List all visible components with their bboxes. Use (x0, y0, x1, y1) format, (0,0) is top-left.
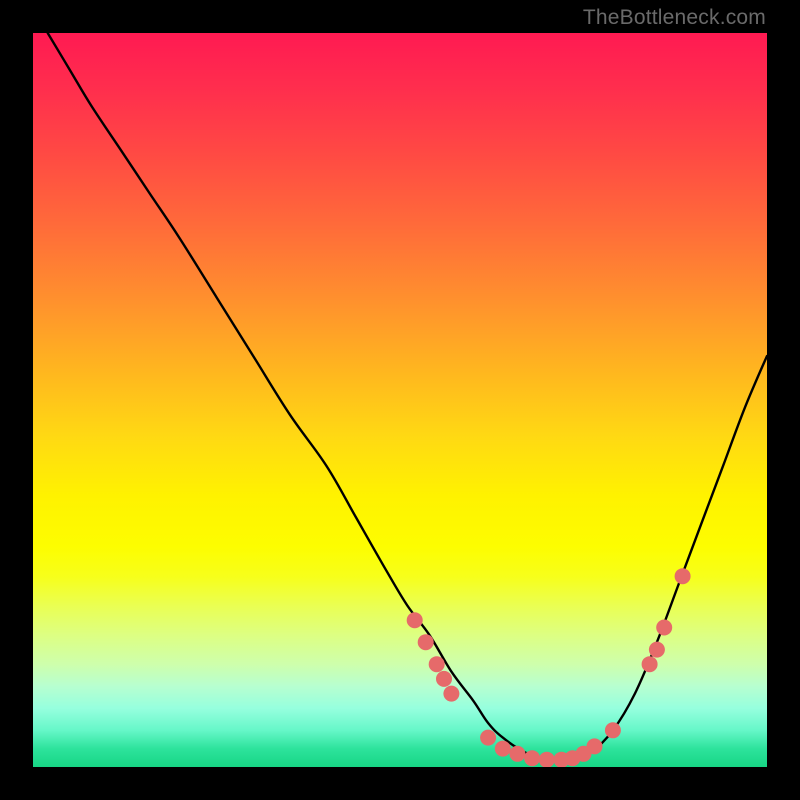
data-point (429, 656, 445, 672)
chart-stage: TheBottleneck.com (0, 0, 800, 800)
data-point (642, 656, 658, 672)
data-point (436, 671, 452, 687)
watermark-text: TheBottleneck.com (583, 6, 766, 30)
data-point (418, 634, 434, 650)
data-point (495, 741, 511, 757)
data-point (539, 752, 555, 767)
curve-layer (33, 33, 767, 767)
data-point (480, 730, 496, 746)
data-point (656, 620, 672, 636)
data-point (509, 746, 525, 762)
data-point (524, 750, 540, 766)
data-point (605, 722, 621, 738)
plot-area (33, 33, 767, 767)
data-point (407, 612, 423, 628)
data-point (649, 642, 665, 658)
data-point (675, 568, 691, 584)
data-point (443, 686, 459, 702)
data-point (587, 738, 603, 754)
